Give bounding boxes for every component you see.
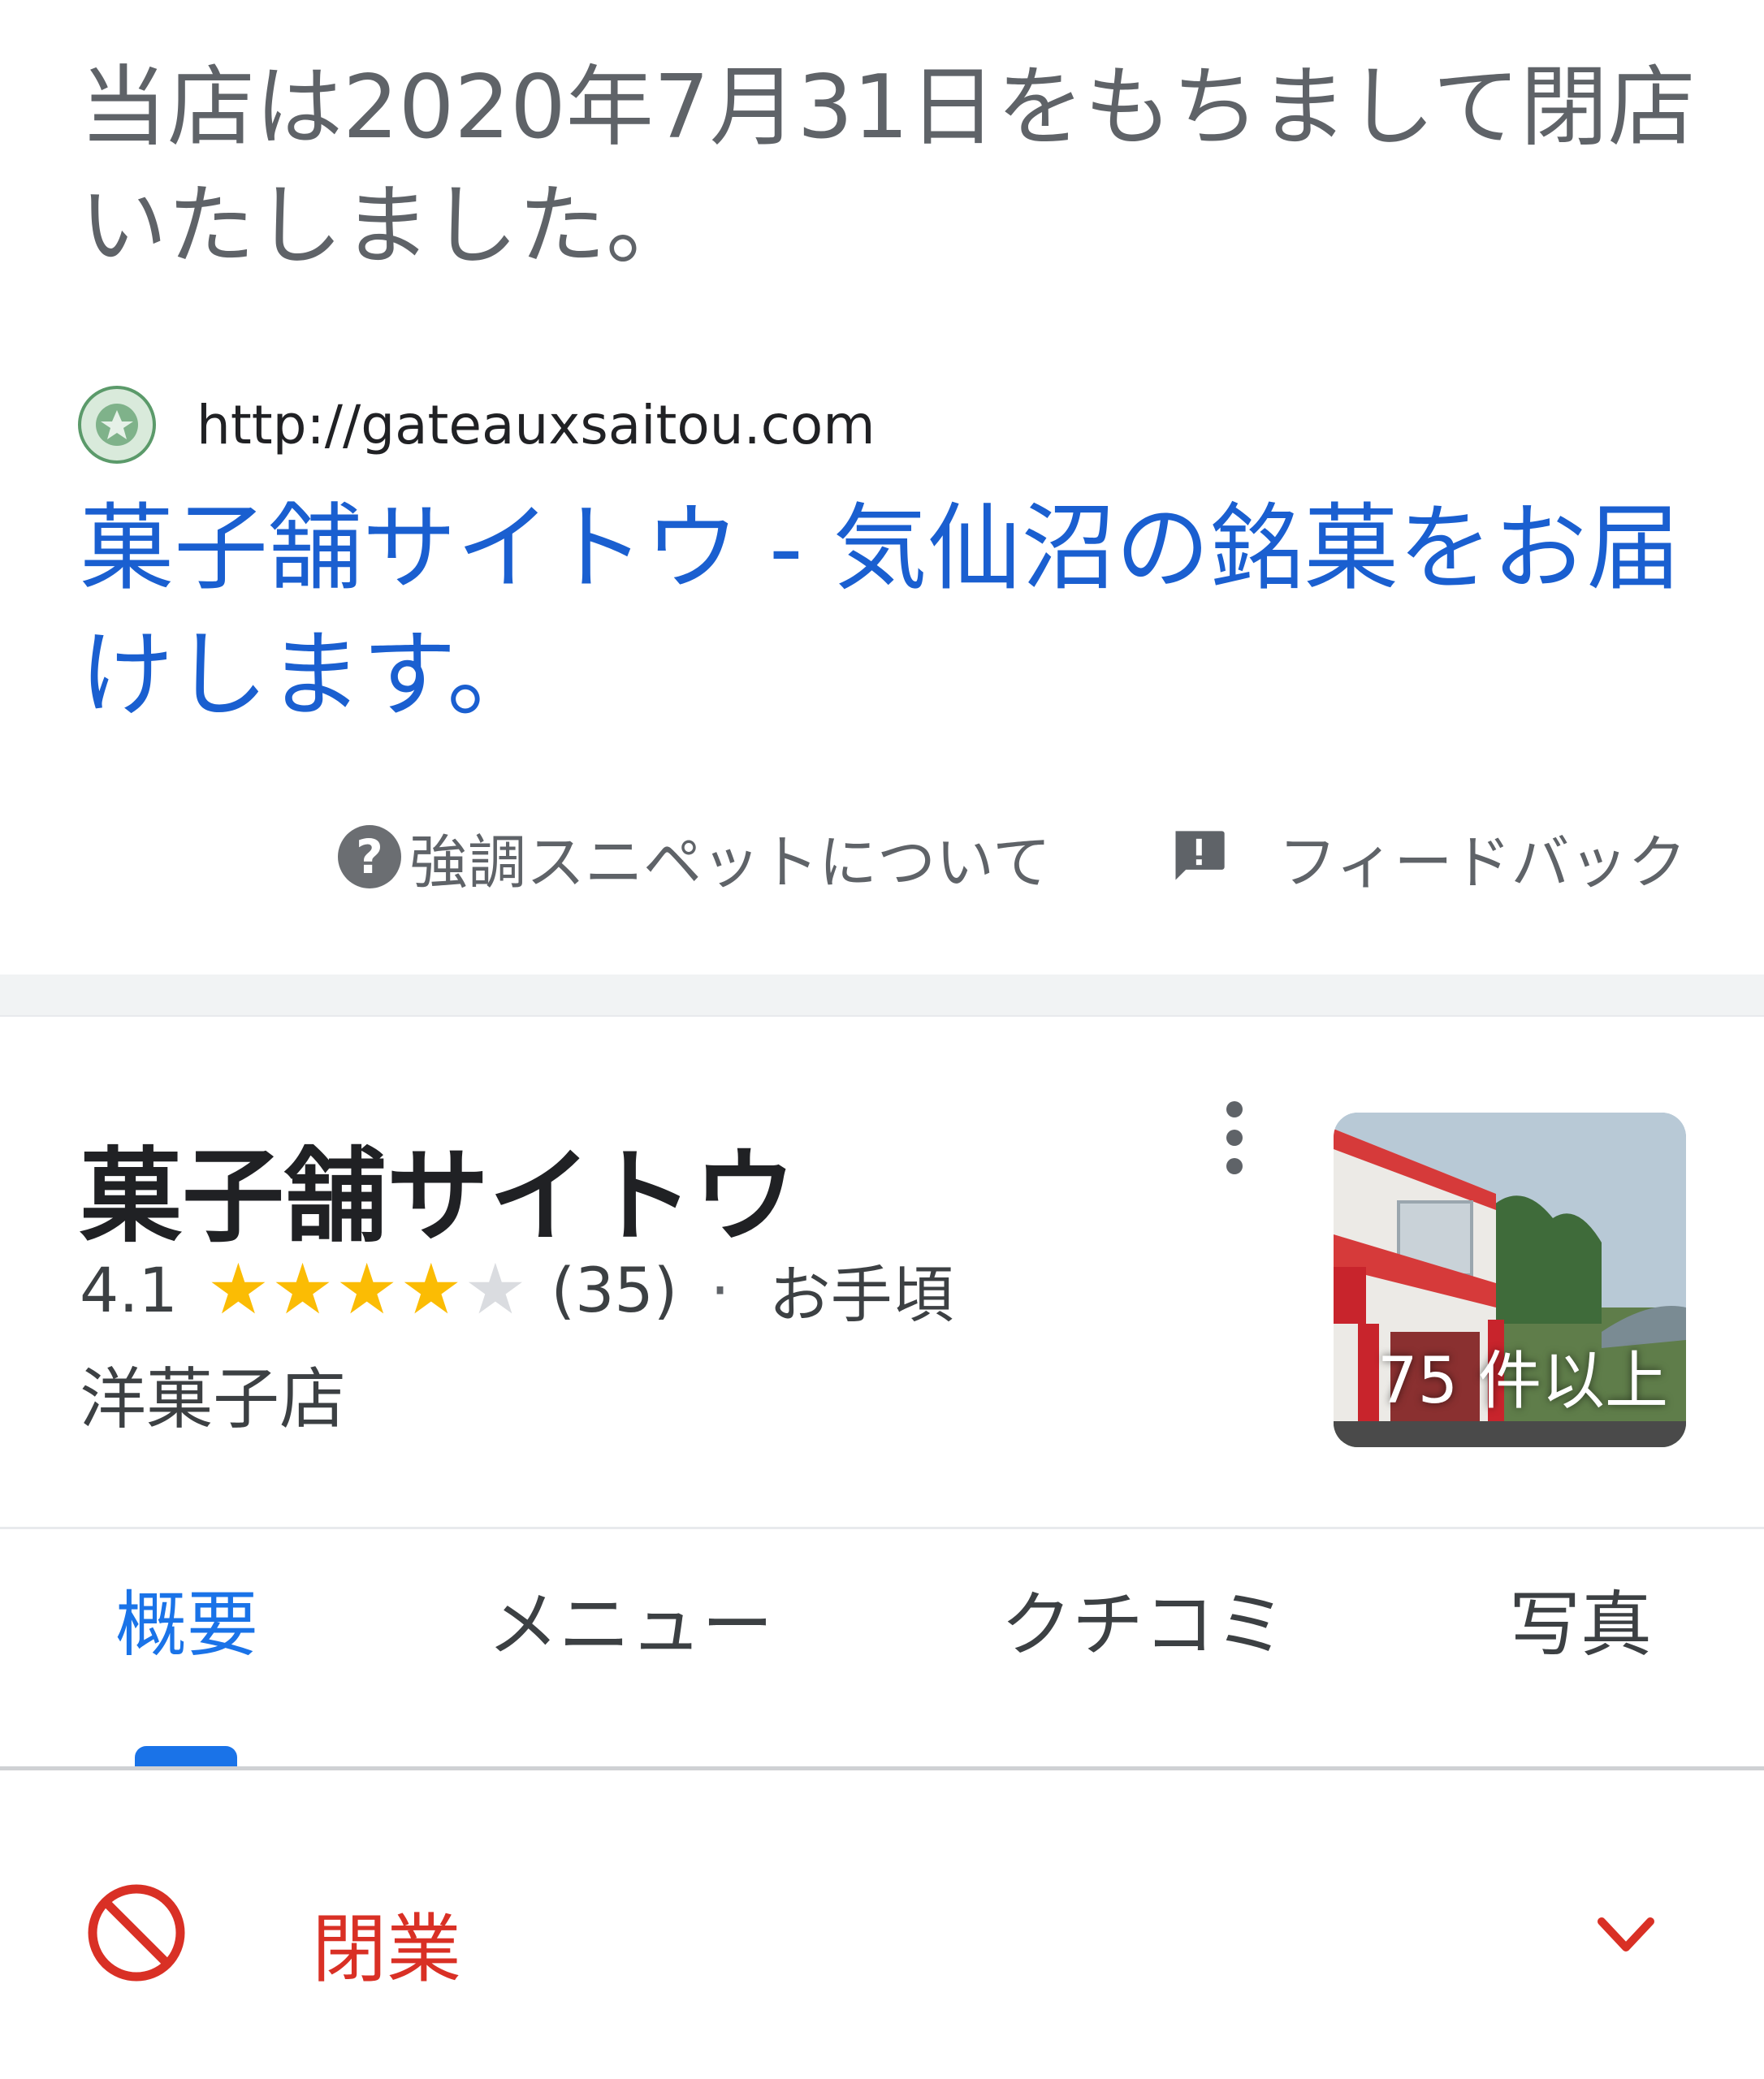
page: 当店は2020年7月31日をもちまして閉店いたしました。 http://gate… <box>0 0 1764 2079</box>
tab-overview[interactable]: 概要 <box>115 1567 258 1671</box>
closed-status-label: 閉業 <box>312 1906 462 1993</box>
about-snippets-link[interactable]: ? 強調スニペットについて <box>338 812 1051 901</box>
source-url[interactable]: http://gateauxsaitou.com <box>197 394 876 456</box>
star-filled-icon: ★ <box>270 1249 335 1330</box>
business-category: 洋菓子店 <box>80 1361 347 1438</box>
section-separator <box>0 975 1764 1017</box>
separator-dot: · <box>710 1253 730 1326</box>
active-tab-indicator <box>135 1746 237 1767</box>
photo-thumbnail[interactable]: 75 件以上 <box>1334 1113 1686 1447</box>
price-level: お手頃 <box>768 1259 954 1331</box>
site-favicon-icon <box>78 386 156 464</box>
help-circle-icon: ? <box>338 825 401 888</box>
rating-row: 4.1 ★ ★ ★ ★ ★ (35) · お手頃 <box>80 1247 954 1332</box>
divider <box>0 1527 1764 1529</box>
business-status-row[interactable]: 閉業 <box>0 1868 1764 1998</box>
source-row[interactable]: http://gateauxsaitou.com <box>78 380 876 469</box>
more-vert-icon <box>1226 1101 1243 1117</box>
chevron-down-icon[interactable] <box>1592 1900 1660 1969</box>
tab-menu[interactable]: メニュー <box>487 1567 773 1671</box>
star-filled-icon: ★ <box>400 1249 463 1330</box>
more-options-button[interactable] <box>1208 1101 1260 1174</box>
about-snippets-label: 強調スニペットについて <box>409 828 1051 897</box>
rating-stars: ★ ★ ★ ★ ★ <box>207 1255 529 1325</box>
tabs-underline <box>0 1766 1764 1770</box>
feedback-link[interactable]: フィードバック <box>1168 812 1687 901</box>
photo-count: 75 件以上 <box>1377 1345 1668 1418</box>
business-name: 菓子舗サイトウ <box>80 1137 796 1256</box>
feedback-icon <box>1175 831 1225 880</box>
snippet-text: 当店は2020年7月31日をもちまして閉店いたしました。 <box>80 57 1696 277</box>
snippet-footer: ? 強調スニペットについて フィードバック <box>0 812 1764 910</box>
feedback-label: フィードバック <box>1278 828 1687 897</box>
review-count-link[interactable]: (35) <box>551 1254 677 1326</box>
tab-photos[interactable]: 写真 <box>1509 1567 1652 1671</box>
result-title-link[interactable]: 菓子舗サイトウ - 気仙沼の銘菓をお届けします。 <box>80 486 1696 739</box>
tab-reviews[interactable]: クチコミ <box>1001 1567 1286 1671</box>
tab-bar: 概要 メニュー クチコミ 写真 <box>0 1567 1764 1689</box>
rating-value: 4.1 <box>80 1253 178 1326</box>
star-empty-icon: ★ <box>464 1249 527 1330</box>
star-filled-icon: ★ <box>206 1249 270 1330</box>
star-filled-icon: ★ <box>335 1249 399 1330</box>
block-icon <box>88 1884 185 1982</box>
